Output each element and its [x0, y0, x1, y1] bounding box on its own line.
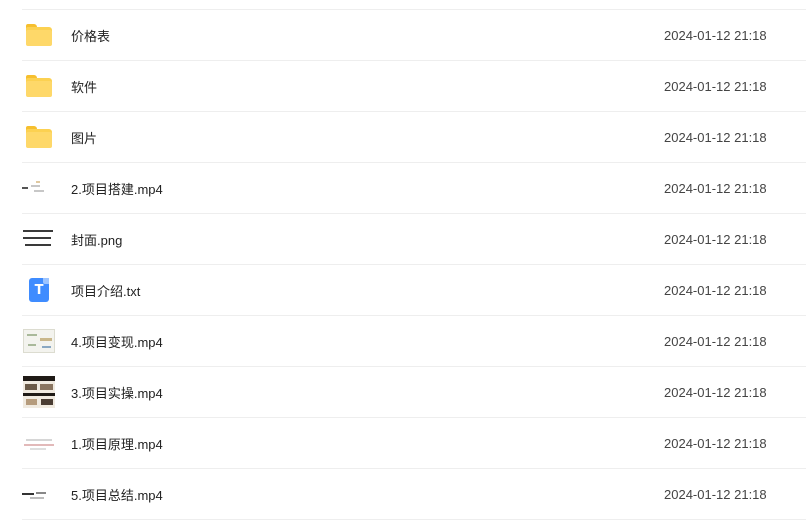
file-row[interactable]: T 项目介绍.txt 2024-01-12 21:18 [0, 265, 806, 316]
video-thumbnail-icon [22, 426, 56, 460]
image-thumbnail-icon [22, 222, 56, 256]
file-name[interactable]: 2.项目搭建.mp4 [71, 179, 163, 198]
file-row[interactable]: 1.项目原理.mp4 2024-01-12 21:18 [0, 418, 806, 469]
file-name[interactable]: 项目介绍.txt [71, 281, 140, 300]
folder-icon [22, 18, 56, 52]
file-row[interactable]: 3.项目实操.mp4 2024-01-12 21:18 [0, 367, 806, 418]
file-name[interactable]: 软件 [71, 77, 97, 96]
video-thumbnail-icon [22, 171, 56, 205]
file-date: 2024-01-12 21:18 [664, 283, 767, 298]
file-name[interactable]: 1.项目原理.mp4 [71, 434, 163, 453]
file-date: 2024-01-12 21:18 [664, 28, 767, 43]
file-date: 2024-01-12 21:18 [664, 334, 767, 349]
file-date: 2024-01-12 21:18 [664, 181, 767, 196]
file-name[interactable]: 图片 [71, 128, 97, 147]
folder-icon [22, 69, 56, 103]
file-row[interactable]: 软件 2024-01-12 21:18 [0, 61, 806, 112]
file-date: 2024-01-12 21:18 [664, 130, 767, 145]
folder-icon [22, 120, 56, 154]
file-name[interactable]: 3.项目实操.mp4 [71, 383, 163, 402]
file-row[interactable]: 封面.png 2024-01-12 21:18 [0, 214, 806, 265]
file-row[interactable]: 价格表 2024-01-12 21:18 [0, 10, 806, 61]
video-thumbnail-icon [22, 375, 56, 409]
file-name[interactable]: 5.项目总结.mp4 [71, 485, 163, 504]
file-date: 2024-01-12 21:18 [664, 385, 767, 400]
file-name[interactable]: 4.项目变现.mp4 [71, 332, 163, 351]
file-date: 2024-01-12 21:18 [664, 79, 767, 94]
file-date: 2024-01-12 21:18 [664, 232, 767, 247]
file-name[interactable]: 封面.png [71, 230, 122, 249]
file-row[interactable]: 2.项目搭建.mp4 2024-01-12 21:18 [0, 163, 806, 214]
file-row[interactable]: 4.项目变现.mp4 2024-01-12 21:18 [0, 316, 806, 367]
file-date: 2024-01-12 21:18 [664, 436, 767, 451]
text-file-glyph: T [34, 282, 44, 298]
text-file-icon: T [22, 273, 56, 307]
file-row[interactable]: 图片 2024-01-12 21:18 [0, 112, 806, 163]
video-thumbnail-icon [22, 324, 56, 358]
file-list: 价格表 2024-01-12 21:18 软件 2024-01-12 21:18… [0, 0, 806, 520]
file-date: 2024-01-12 21:18 [664, 487, 767, 502]
video-thumbnail-icon [22, 477, 56, 511]
file-row[interactable]: 5.项目总结.mp4 2024-01-12 21:18 [0, 469, 806, 520]
file-name[interactable]: 价格表 [71, 26, 110, 45]
